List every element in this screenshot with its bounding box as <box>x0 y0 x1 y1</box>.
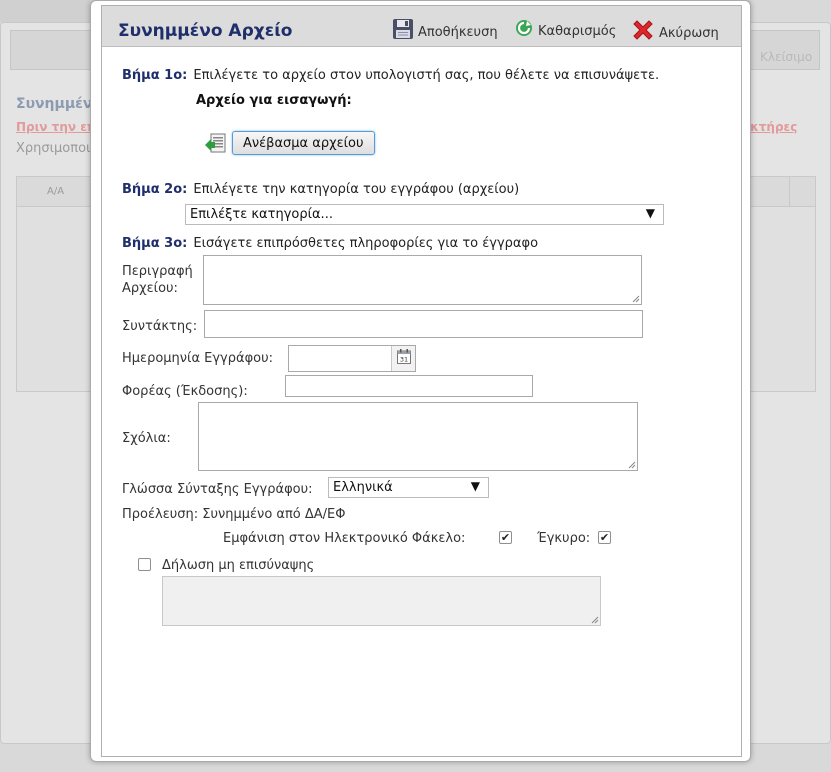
step2-heading: Βήμα 2ο: <box>122 182 188 197</box>
dropdown-arrow-icon: ▼ <box>470 479 480 493</box>
author-label: Συντάκτης: <box>122 319 198 334</box>
resize-grip-icon[interactable] <box>632 295 640 303</box>
background-table-column-aa: Α/Α <box>47 186 65 197</box>
upload-file-button[interactable]: Ανέβασμα αρχείου <box>232 131 375 155</box>
background-strip <box>0 0 90 22</box>
background-title: Συνημμέν <box>16 96 93 112</box>
dialog-header: Συνημμένο Αρχείο Αποθήκευση Καθαρισμός Α… <box>102 6 741 47</box>
step3-instruction: Βήμα 3ο: Εισάγετε επιπρόσθετες πληροφορίε… <box>122 236 538 251</box>
show-in-folder-label: Εμφάνιση στον Ηλεκτρονικό Φάκελο: <box>223 531 466 546</box>
save-button-label: Αποθήκευση <box>418 24 498 40</box>
language-select[interactable]: Ελληνικά ▼ <box>328 477 489 498</box>
step2-text: Επιλέγετε την κατηγορία του εγγράφου (αρ… <box>193 182 520 197</box>
upload-area: Ανέβασμα αρχείου <box>204 131 375 155</box>
valid-label: Έγκυρο: <box>537 531 591 546</box>
calendar-icon: 31 <box>396 349 411 368</box>
description-label: Περιγραφή Αρχείου: <box>122 263 193 297</box>
background-text: Χρησιμοποι <box>16 141 91 156</box>
step2-instruction: Βήμα 2ο: Επιλέγετε την κατηγορία του εγγρ… <box>122 182 519 197</box>
svg-text:31: 31 <box>399 356 407 364</box>
no-attach-label: Δήλωση μη επισύναψης <box>162 558 315 573</box>
origin-label: Προέλευση: <box>122 507 199 522</box>
step3-text: Εισάγετε επιπρόσθετες πληροφορίες για το… <box>193 236 539 251</box>
description-textarea[interactable] <box>203 255 642 305</box>
background-close-button[interactable]: Κλείσιμο <box>760 50 812 64</box>
dialog-title: Συνημμένο Αρχείο <box>118 21 293 41</box>
floppy-disk-icon <box>392 18 414 40</box>
issuer-label: Φορέας (Έκδοσης): <box>122 384 248 399</box>
red-x-icon <box>631 18 655 42</box>
origin-row: Προέλευση: Συνημμένο από ΔΑ/ΕΦ <box>122 506 346 523</box>
comments-textarea[interactable] <box>198 402 638 471</box>
valid-checkbox[interactable] <box>598 531 611 544</box>
attachment-dialog-body: Συνημμένο Αρχείο Αποθήκευση Καθαρισμός Α… <box>101 5 742 757</box>
no-attach-checkbox[interactable] <box>138 558 151 571</box>
step1-instruction: Βήμα 1ο: Επιλέγετε το αρχείο στον υπολογι… <box>122 68 659 83</box>
resize-grip-icon <box>591 616 599 624</box>
language-select-value: Ελληνικά <box>333 480 393 495</box>
refresh-icon <box>514 18 534 38</box>
language-label: Γλώσσα Σύνταξης Εγγράφου: <box>122 482 313 497</box>
resize-grip-icon[interactable] <box>628 461 636 469</box>
date-field[interactable]: 31 <box>288 345 416 372</box>
cancel-button[interactable]: Ακύρωση <box>631 18 719 45</box>
upload-file-icon <box>204 131 228 155</box>
issuer-input[interactable] <box>285 375 533 397</box>
clear-button[interactable]: Καθαρισμός <box>514 18 617 41</box>
calendar-button[interactable]: 31 <box>391 346 415 371</box>
description-label-line1: Περιγραφή <box>122 264 193 279</box>
step1-text: Επιλέγετε το αρχείο στον υπολογιστή σας,… <box>193 68 660 83</box>
save-button[interactable]: Αποθήκευση <box>392 18 498 43</box>
clear-button-label: Καθαρισμός <box>538 23 617 39</box>
no-attach-reason-textarea <box>162 576 601 626</box>
description-label-line2: Αρχείου: <box>122 281 178 296</box>
attachment-dialog: Συνημμένο Αρχείο Αποθήκευση Καθαρισμός Α… <box>90 0 751 762</box>
file-label: Αρχείο για εισαγωγή: <box>196 93 352 108</box>
comments-label: Σχόλια: <box>122 431 171 446</box>
author-input[interactable] <box>204 310 643 338</box>
background-warning-link[interactable]: Πριν την επ <box>16 120 96 134</box>
cancel-button-label: Ακύρωση <box>659 25 719 41</box>
origin-value: Συνημμένο από ΔΑ/ΕΦ <box>202 507 346 522</box>
background-table-cell <box>789 177 817 207</box>
category-select-value: Επιλέξτε κατηγορία... <box>190 207 333 222</box>
category-select[interactable]: Επιλέξτε κατηγορία... ▼ <box>185 204 664 225</box>
step3-heading: Βήμα 3ο: <box>122 236 188 251</box>
dropdown-arrow-icon: ▼ <box>645 206 655 220</box>
step1-heading: Βήμα 1ο: <box>122 68 188 83</box>
date-label: Ημερομηνία Εγγράφου: <box>122 351 274 366</box>
show-in-folder-checkbox[interactable] <box>499 531 512 544</box>
